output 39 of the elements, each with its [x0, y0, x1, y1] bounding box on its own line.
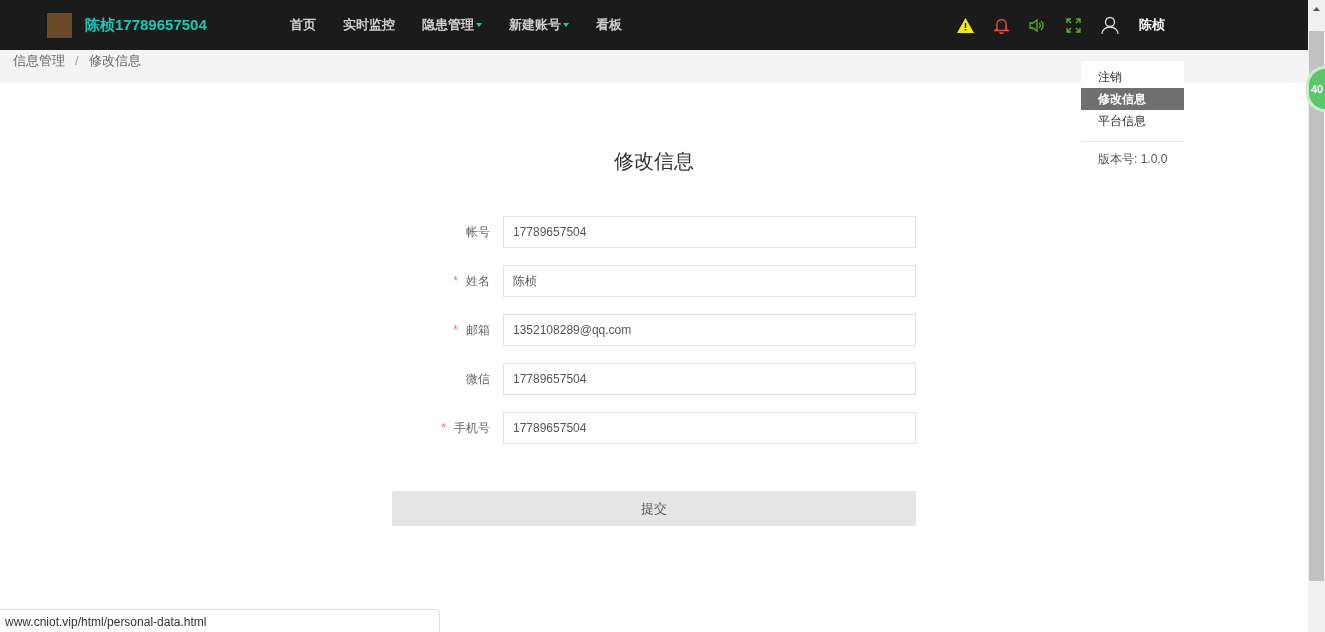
input-field[interactable]: 陈桢 — [503, 265, 916, 297]
required-mark: * — [453, 322, 458, 339]
speaker-icon[interactable] — [1029, 17, 1046, 33]
required-mark: * — [441, 420, 446, 437]
nav-link[interactable]: 首页 — [290, 15, 316, 35]
user-name[interactable]: 陈桢 — [1139, 15, 1165, 35]
nav-link[interactable]: 看板 — [596, 15, 622, 35]
nav-link[interactable]: 隐患管理 — [422, 15, 482, 35]
input-field[interactable]: 1352108289@qq.com — [503, 314, 916, 346]
field-label: 手机号 — [454, 420, 490, 437]
input-field[interactable]: 17789657504 — [503, 363, 916, 395]
input-field[interactable]: 17789657504 — [503, 216, 916, 248]
scrollbar-thumb[interactable] — [1309, 31, 1324, 581]
menu-item[interactable]: 平台信息 — [1081, 110, 1184, 132]
menu-item[interactable]: 修改信息 — [1081, 88, 1184, 110]
breadcrumb-separator: / — [75, 52, 79, 70]
user-icon[interactable] — [1101, 16, 1119, 34]
nav-link[interactable]: 新建账号 — [509, 15, 569, 35]
nav-link[interactable]: 实时监控 — [343, 15, 395, 35]
breadcrumb-link[interactable]: 修改信息 — [88, 51, 141, 71]
brand-title: 陈桢17789657504 — [85, 14, 208, 35]
version-text: 版本号: 1.0.0 — [1097, 151, 1169, 168]
warning-icon[interactable] — [957, 17, 974, 33]
field-label: 邮箱 — [466, 322, 490, 339]
scrollbar[interactable] — [1308, 0, 1325, 632]
field-label: 姓名 — [466, 273, 490, 290]
logo-photo-placeholder — [47, 12, 72, 38]
breadcrumb-link[interactable]: 信息管理 — [13, 51, 65, 71]
status-url: www.cniot.vip/html/personal-data.html — [0, 609, 440, 632]
menu-item[interactable]: 注销 — [1081, 66, 1184, 88]
input-field[interactable]: 17789657504 — [503, 412, 916, 444]
bell-icon[interactable] — [994, 16, 1009, 34]
page-title: 修改信息 — [614, 149, 694, 174]
field-label: 帐号 — [466, 224, 490, 241]
scroll-up-icon[interactable] — [1313, 7, 1320, 11]
fullscreen-icon[interactable] — [1066, 17, 1081, 33]
submit-button[interactable]: 提交 — [392, 491, 916, 526]
required-mark: * — [453, 273, 458, 290]
field-label: 微信 — [466, 371, 490, 388]
